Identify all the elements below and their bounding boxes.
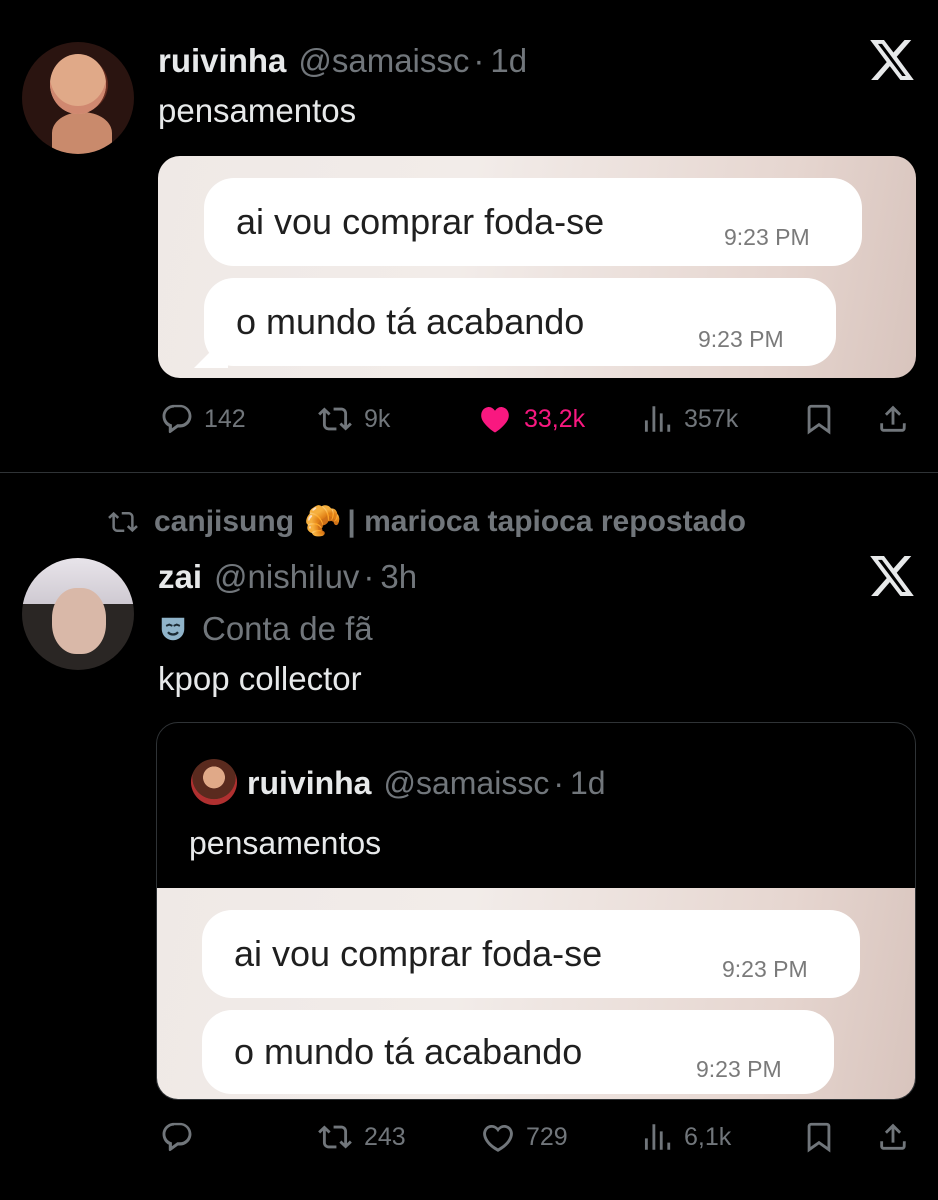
reply-button[interactable]: 142 [160, 402, 246, 436]
bubble-text: ai vou comprar foda-se [236, 201, 605, 242]
tweet-text: pensamentos [158, 92, 357, 129]
share-button[interactable] [876, 402, 910, 436]
display-name: ruivinha [247, 765, 372, 801]
chat-bubble: o mundo tá acabando 9:23 PM [204, 278, 836, 366]
like-count: 729 [526, 1122, 568, 1151]
reply-icon [162, 1122, 192, 1152]
bookmark-button[interactable] [802, 1120, 836, 1154]
share-icon [880, 1123, 906, 1150]
bookmark-icon [807, 404, 831, 435]
tweet-actions: 142 9k 33,2k 357k [0, 402, 938, 442]
quote-header: ruivinha @samaissc · 1d [247, 765, 606, 802]
tweet-header: ruivinha @samaissc · 1d [158, 42, 527, 80]
repost-icon [108, 511, 138, 532]
fan-label-text: Conta de fã [202, 610, 373, 647]
separator-dot: · [553, 765, 564, 801]
avatar [191, 759, 237, 805]
repost-suffix: | marioca tapioca repostado [347, 504, 746, 538]
tweet-actions: 243 729 6,1k [0, 1120, 938, 1160]
bubble-text: o mundo tá acabando [234, 1031, 583, 1072]
x-logo-icon [870, 556, 914, 596]
tweet-text: kpop collector [158, 660, 362, 697]
bubble-time: 9:23 PM [696, 1056, 782, 1082]
bookmark-icon [807, 1122, 831, 1153]
tweet-header: zai @nishiIuv · 3h [158, 558, 417, 596]
croissant-emoji: 🥐 [304, 505, 342, 538]
repost-icon [318, 1125, 352, 1149]
views-count: 6,1k [684, 1122, 732, 1151]
chat-bubble: ai vou comprar foda-se 9:23 PM [202, 910, 860, 998]
display-name[interactable]: zai [158, 558, 202, 596]
fan-account-label: Conta de fã [158, 610, 373, 648]
share-icon [880, 405, 906, 432]
avatar[interactable] [22, 558, 134, 670]
bubble-time: 9:23 PM [724, 224, 810, 250]
reply-button[interactable] [160, 1120, 204, 1154]
like-button[interactable]: 33,2k [476, 402, 585, 436]
reposter-name[interactable]: canjisung [154, 505, 294, 539]
bookmark-button[interactable] [802, 402, 836, 436]
bubble-time: 9:23 PM [698, 326, 784, 352]
quote-media[interactable]: ai vou comprar foda-se 9:23 PM o mundo t… [157, 888, 915, 1099]
heart-icon [481, 407, 509, 433]
repost-button[interactable]: 9k [316, 402, 390, 436]
separator-dot: · [473, 42, 485, 79]
reply-count: 142 [204, 404, 246, 433]
quote-text: pensamentos [189, 825, 382, 861]
timestamp: 1d [569, 765, 606, 801]
repost-icon [318, 407, 352, 431]
chat-bubble: ai vou comprar foda-se 9:23 PM [204, 178, 862, 266]
bubble-text: o mundo tá acabando [236, 301, 585, 342]
timestamp[interactable]: 3h [380, 558, 417, 596]
bubble-text: ai vou comprar foda-se [234, 933, 603, 974]
repost-count: 9k [364, 404, 391, 433]
quoted-tweet[interactable]: ruivinha @samaissc · 1d pensamentos ai v… [156, 722, 916, 1100]
repost-button[interactable]: 243 [316, 1120, 406, 1154]
bubble-time: 9:23 PM [722, 956, 808, 982]
reply-icon [162, 404, 192, 434]
heart-icon [483, 1124, 513, 1152]
views-icon [644, 1124, 671, 1150]
repost-context[interactable]: canjisung 🥐 | marioca tapioca repostado [106, 504, 746, 539]
views-button[interactable]: 6,1k [640, 1120, 731, 1154]
like-count: 33,2k [524, 404, 586, 433]
views-icon [644, 406, 671, 432]
share-button[interactable] [876, 1120, 910, 1154]
user-handle[interactable]: @nishiIuv [214, 558, 359, 596]
x-logo-icon [870, 40, 914, 80]
tweet-media[interactable]: ai vou comprar foda-se 9:23 PM o mundo t… [158, 156, 916, 378]
theater-mask-icon [161, 617, 185, 641]
like-button[interactable]: 729 [480, 1120, 568, 1154]
chat-bubble: o mundo tá acabando 9:23 PM [202, 1010, 834, 1094]
user-handle: @samaissc [383, 765, 550, 801]
separator-dot: · [363, 558, 375, 595]
user-handle[interactable]: @samaissc [298, 42, 469, 80]
avatar[interactable] [22, 42, 134, 154]
repost-count: 243 [364, 1122, 406, 1151]
display-name[interactable]: ruivinha [158, 42, 286, 80]
views-count: 357k [684, 404, 739, 433]
timestamp[interactable]: 1d [490, 42, 527, 80]
tweet-divider [0, 472, 938, 473]
views-button[interactable]: 357k [640, 402, 738, 436]
